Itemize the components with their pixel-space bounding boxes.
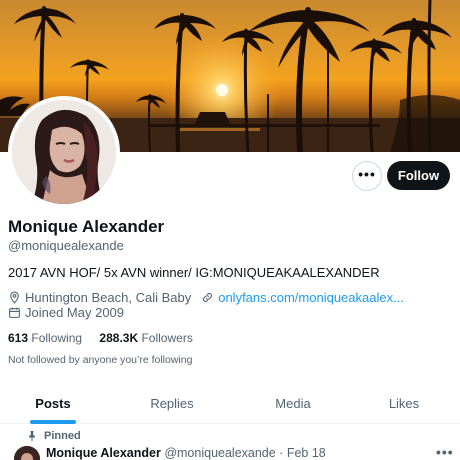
followers-link[interactable]: 288.3K Followers — [99, 331, 192, 345]
more-icon: ••• — [358, 165, 376, 182]
profile-name: Monique Alexander — [8, 217, 165, 236]
followers-count: 288.3K — [99, 331, 139, 345]
follow-button[interactable]: Follow — [387, 161, 450, 190]
pinned-indicator: Pinned — [26, 430, 81, 442]
profile-location: Huntington Beach, Cali Baby — [25, 290, 192, 305]
tweet-author-name[interactable]: Monique Alexander — [46, 446, 161, 460]
link-icon — [203, 292, 213, 303]
profile-joined-row: Joined May 2009 — [8, 305, 124, 320]
profile-stats: 613 Following 288.3K Followers — [8, 331, 207, 345]
tab-replies[interactable]: Replies — [106, 382, 238, 424]
tweet-avatar[interactable] — [14, 446, 40, 460]
map-pin-icon — [10, 291, 19, 304]
not-followed-note: Not followed by anyone you’re following — [8, 354, 193, 366]
tweet-more-icon[interactable]: ••• — [436, 444, 454, 460]
profile-meta-row: Huntington Beach, Cali Baby onlyfans.com… — [8, 290, 404, 305]
following-link[interactable]: 613 Following — [8, 331, 82, 345]
active-tab-indicator — [30, 420, 76, 424]
more-options-button[interactable]: ••• — [352, 161, 382, 191]
following-label: Following — [31, 331, 83, 345]
tweet-header: Monique Alexander @moniquealexande · Feb… — [46, 446, 326, 460]
profile-handle: @moniquealexande — [8, 238, 124, 253]
pinned-label: Pinned — [44, 430, 81, 442]
tab-likes[interactable]: Likes — [348, 382, 460, 424]
followers-label: Followers — [141, 331, 193, 345]
following-count: 613 — [8, 331, 29, 345]
tab-media[interactable]: Media — [238, 382, 348, 424]
profile-bio: 2017 AVN HOF/ 5x AVN winner/ IG:MONIQUEA… — [8, 265, 380, 280]
tab-posts[interactable]: Posts — [0, 382, 106, 424]
calendar-icon — [9, 307, 20, 318]
tweet-handle-date: @moniquealexande · Feb 18 — [164, 446, 326, 460]
profile-joined: Joined May 2009 — [25, 305, 125, 320]
pin-icon — [29, 431, 35, 442]
profile-tabs: Posts Replies Media Likes — [0, 382, 460, 424]
profile-website-link[interactable]: onlyfans.com/moniqueakaalex... — [218, 290, 404, 305]
profile-avatar[interactable] — [8, 96, 120, 208]
